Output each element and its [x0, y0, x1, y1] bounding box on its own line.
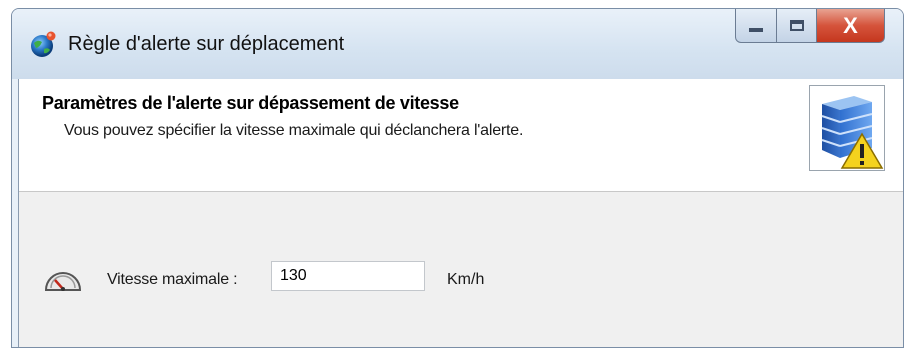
- window-controls: X: [735, 9, 885, 49]
- dialog-window: Règle d'alerte sur déplacement X Paramèt…: [11, 8, 904, 348]
- speed-row: Vitesse maximale : Km/h: [19, 259, 903, 299]
- speed-label: Vitesse maximale :: [107, 271, 238, 288]
- minimize-icon: [749, 27, 763, 32]
- close-button[interactable]: X: [817, 9, 885, 43]
- page-subtitle: Vous pouvez spécifier la vitesse maximal…: [64, 122, 524, 139]
- speedometer-icon: [43, 270, 83, 292]
- title-bar[interactable]: Règle d'alerte sur déplacement X: [12, 9, 903, 79]
- minimize-button[interactable]: [735, 9, 777, 43]
- globe-icon: [28, 29, 58, 59]
- maximize-icon: [789, 20, 804, 31]
- close-icon: X: [843, 12, 858, 38]
- window-title: Règle d'alerte sur déplacement: [68, 33, 345, 55]
- dialog-content: Paramètres de l'alerte sur dépassement d…: [18, 79, 903, 347]
- page-title: Paramètres de l'alerte sur dépassement d…: [42, 93, 459, 113]
- wizard-header: Paramètres de l'alerte sur dépassement d…: [19, 79, 903, 192]
- speed-unit-label: Km/h: [447, 271, 485, 288]
- max-speed-input[interactable]: [271, 261, 425, 291]
- maximize-button[interactable]: [777, 9, 817, 43]
- server-warning-icon: [809, 85, 885, 171]
